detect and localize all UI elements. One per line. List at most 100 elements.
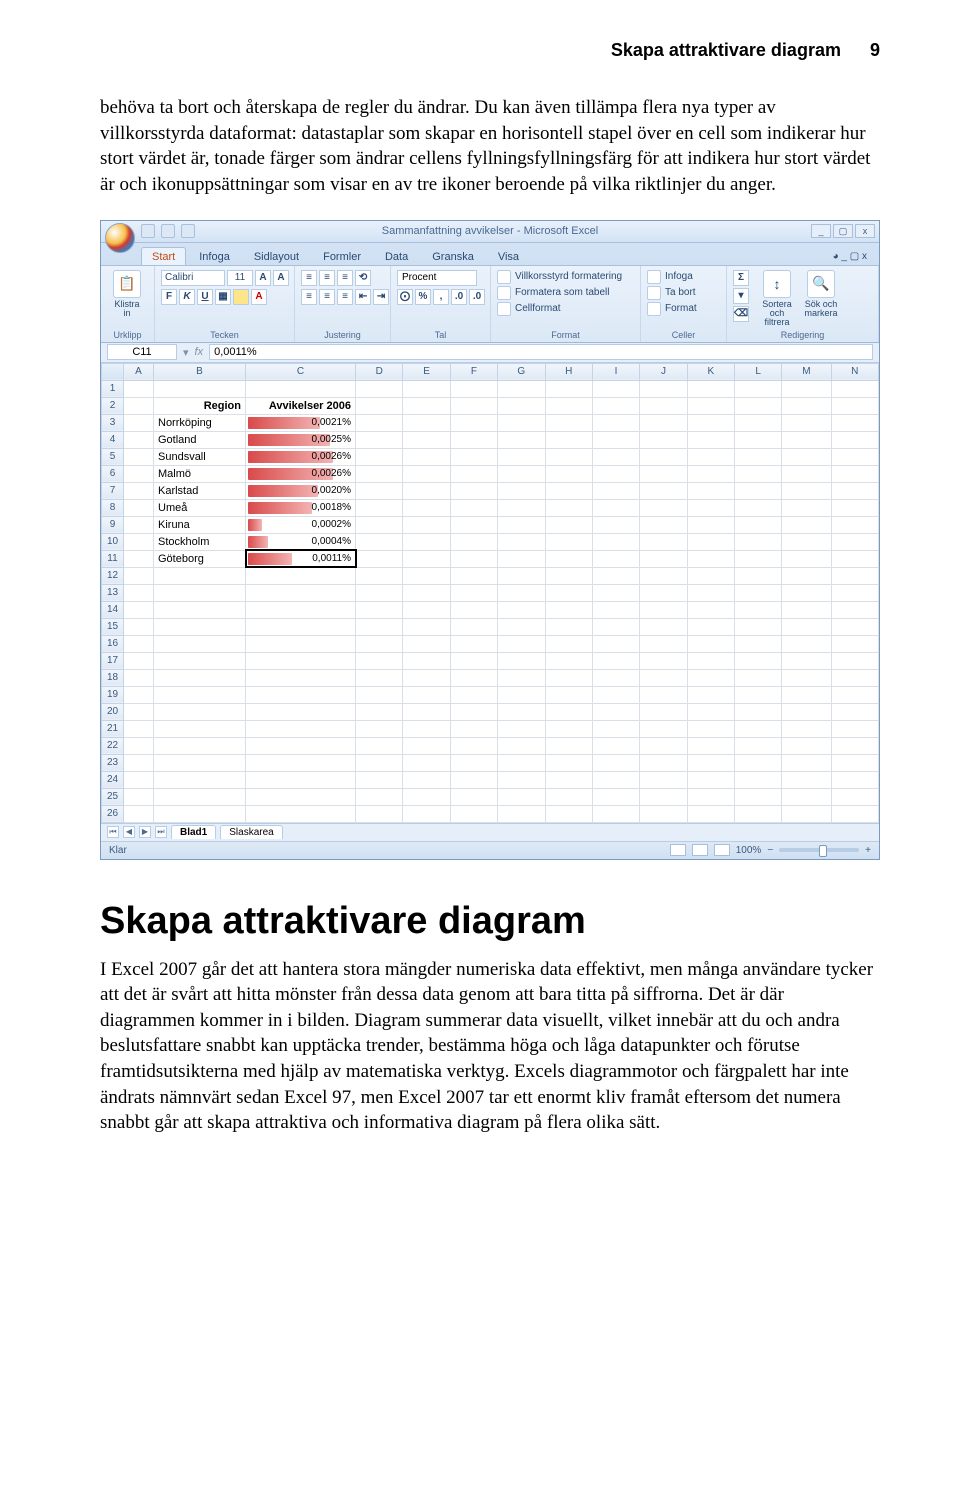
cell[interactable] xyxy=(545,805,592,822)
cell[interactable] xyxy=(831,431,878,448)
cell[interactable] xyxy=(687,465,734,482)
cell[interactable] xyxy=(124,635,154,652)
cell[interactable] xyxy=(545,720,592,737)
cell[interactable] xyxy=(640,788,687,805)
cell[interactable] xyxy=(246,618,356,635)
font-size-select[interactable]: 11 xyxy=(227,270,253,286)
cell[interactable] xyxy=(545,499,592,516)
cell[interactable] xyxy=(498,380,545,397)
cell[interactable] xyxy=(735,567,782,584)
cell[interactable] xyxy=(545,516,592,533)
cell[interactable] xyxy=(124,771,154,788)
cell[interactable] xyxy=(687,652,734,669)
row-header[interactable]: 7 xyxy=(102,482,124,499)
cell[interactable] xyxy=(356,686,403,703)
cell[interactable] xyxy=(831,635,878,652)
tab-sidlayout[interactable]: Sidlayout xyxy=(243,247,310,265)
cell-value[interactable]: 0,0004% xyxy=(246,533,356,550)
cell[interactable] xyxy=(450,686,497,703)
cell[interactable] xyxy=(356,482,403,499)
cell[interactable] xyxy=(640,516,687,533)
row-header[interactable]: 18 xyxy=(102,669,124,686)
align-right-button[interactable]: ≡ xyxy=(337,289,353,305)
cell[interactable] xyxy=(124,465,154,482)
cell[interactable] xyxy=(782,652,831,669)
cell[interactable] xyxy=(782,567,831,584)
cell[interactable] xyxy=(782,754,831,771)
row-header[interactable]: 15 xyxy=(102,618,124,635)
dec-decimal-button[interactable]: .0 xyxy=(469,289,485,305)
cell[interactable] xyxy=(450,618,497,635)
zoom-out-button[interactable]: − xyxy=(767,845,773,856)
row-header[interactable]: 21 xyxy=(102,720,124,737)
minimize-button[interactable]: _ xyxy=(811,224,831,238)
row-header[interactable]: 5 xyxy=(102,448,124,465)
sheet-nav-last[interactable]: ⏭ xyxy=(155,826,167,838)
cell[interactable] xyxy=(450,482,497,499)
cell[interactable] xyxy=(154,652,246,669)
cell[interactable] xyxy=(592,567,639,584)
cell[interactable] xyxy=(545,737,592,754)
cell[interactable] xyxy=(356,652,403,669)
cell[interactable] xyxy=(592,499,639,516)
cell[interactable] xyxy=(640,482,687,499)
cell[interactable] xyxy=(831,380,878,397)
cell[interactable] xyxy=(735,618,782,635)
indent-inc-button[interactable]: ⇥ xyxy=(373,289,389,305)
cell[interactable] xyxy=(124,533,154,550)
sort-filter-button[interactable]: ↕ Sortera och filtrera xyxy=(757,270,797,327)
cell[interactable] xyxy=(831,771,878,788)
row-header[interactable]: 13 xyxy=(102,584,124,601)
help-icon[interactable]: ◕ _ ▢ x xyxy=(829,248,871,265)
col-header[interactable]: J xyxy=(640,363,687,380)
cell[interactable] xyxy=(356,601,403,618)
cell[interactable] xyxy=(498,584,545,601)
cell[interactable] xyxy=(450,465,497,482)
row-header[interactable]: 25 xyxy=(102,788,124,805)
cell[interactable] xyxy=(403,516,450,533)
cell[interactable] xyxy=(124,720,154,737)
cell[interactable] xyxy=(246,737,356,754)
fx-icon[interactable]: fx xyxy=(195,346,204,358)
sheet-nav-first[interactable]: ⏮ xyxy=(107,826,119,838)
delete-cells-button[interactable]: Ta bort xyxy=(647,286,696,300)
cell[interactable] xyxy=(545,448,592,465)
cell[interactable] xyxy=(640,618,687,635)
cell[interactable] xyxy=(498,703,545,720)
cell[interactable] xyxy=(831,516,878,533)
cell[interactable] xyxy=(124,567,154,584)
cell[interactable] xyxy=(782,550,831,567)
cell[interactable] xyxy=(735,601,782,618)
cell[interactable] xyxy=(356,584,403,601)
cell[interactable] xyxy=(498,618,545,635)
cell[interactable] xyxy=(592,550,639,567)
cell[interactable] xyxy=(831,737,878,754)
cell[interactable] xyxy=(356,720,403,737)
cell[interactable] xyxy=(640,533,687,550)
office-button[interactable] xyxy=(105,223,135,253)
cell-value[interactable]: 0,0026% xyxy=(246,465,356,482)
cell[interactable] xyxy=(124,516,154,533)
cell[interactable] xyxy=(403,788,450,805)
cell-value[interactable]: 0,0018% xyxy=(246,499,356,516)
cell[interactable] xyxy=(782,499,831,516)
cell[interactable] xyxy=(687,482,734,499)
cell[interactable] xyxy=(498,754,545,771)
cell[interactable] xyxy=(640,448,687,465)
cell[interactable] xyxy=(687,635,734,652)
cell[interactable] xyxy=(545,754,592,771)
fill-color-button[interactable] xyxy=(233,289,249,305)
cell[interactable] xyxy=(640,635,687,652)
cell-header-value[interactable]: Avvikelser 2006 xyxy=(246,397,356,414)
format-cells-button[interactable]: Format xyxy=(647,302,697,316)
cell[interactable] xyxy=(124,397,154,414)
cell[interactable] xyxy=(592,771,639,788)
sheet-nav-next[interactable]: ▶ xyxy=(139,826,151,838)
cell[interactable] xyxy=(782,380,831,397)
cell[interactable] xyxy=(592,448,639,465)
cell[interactable] xyxy=(450,601,497,618)
sheet-tab-blad1[interactable]: Blad1 xyxy=(171,825,216,839)
cell[interactable] xyxy=(545,380,592,397)
cell[interactable] xyxy=(640,720,687,737)
cell[interactable] xyxy=(592,737,639,754)
